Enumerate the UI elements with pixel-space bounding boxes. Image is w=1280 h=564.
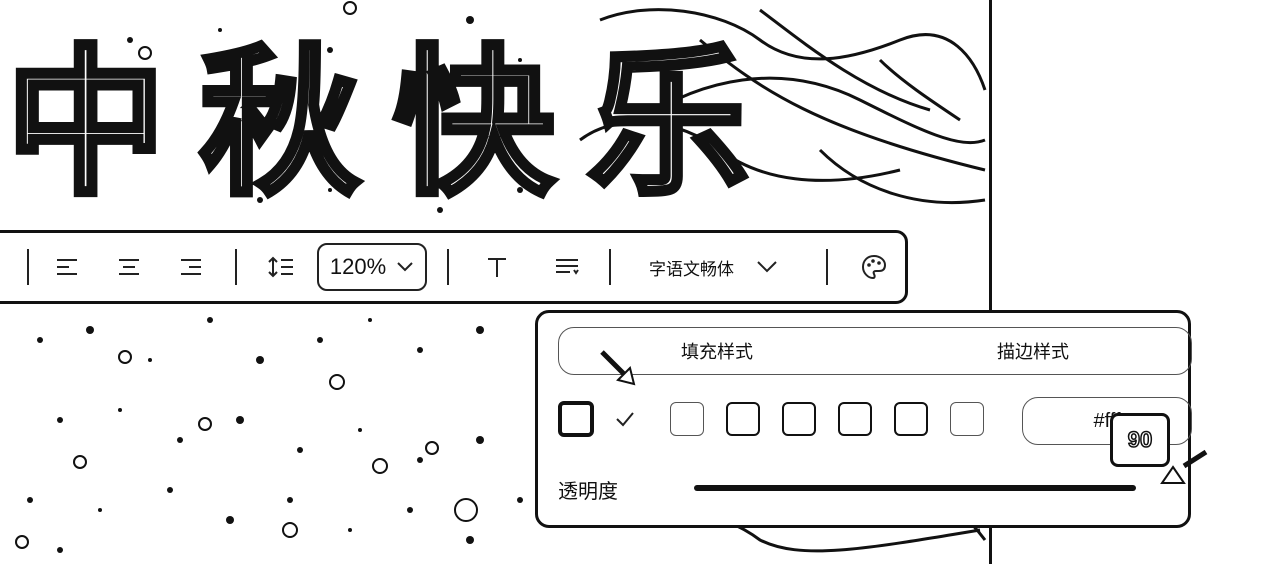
- tab-label: 描边样式: [997, 342, 1069, 363]
- align-center-icon: [119, 259, 139, 275]
- align-right-button[interactable]: [173, 243, 209, 291]
- text-style-button[interactable]: [479, 243, 515, 291]
- toolbar-divider: [27, 249, 29, 285]
- paragraph-icon: [556, 259, 579, 275]
- text-icon: [488, 258, 506, 277]
- toolbar-divider: [609, 249, 611, 285]
- tab-stroke-style[interactable]: 描边样式: [875, 328, 1191, 374]
- banner-char: 快: [391, 29, 557, 217]
- paragraph-button[interactable]: [549, 243, 585, 291]
- style-tabs: 填充样式 描边样式: [558, 327, 1192, 375]
- align-left-button[interactable]: [49, 243, 85, 291]
- line-height-select[interactable]: 120%: [317, 243, 427, 291]
- font-name: 字语文畅体: [649, 259, 734, 280]
- pointer-arrow-icon: [600, 350, 636, 386]
- color-swatch-selected[interactable]: [558, 401, 594, 437]
- banner-char: 秋: [197, 29, 363, 217]
- chevron-down-icon: [397, 262, 413, 272]
- tab-label: 填充样式: [681, 342, 753, 363]
- palette-icon: [861, 254, 887, 280]
- color-style-button[interactable]: [856, 243, 892, 291]
- align-right-icon: [181, 259, 201, 275]
- opacity-label: 透明度: [558, 479, 618, 503]
- color-swatch[interactable]: [726, 402, 760, 436]
- banner-char: 乐: [585, 29, 751, 217]
- color-swatch[interactable]: [950, 402, 984, 436]
- color-swatch[interactable]: [670, 402, 704, 436]
- check-icon: [612, 411, 638, 427]
- pointer-arrow-icon: [1182, 449, 1208, 469]
- text-toolbar: 120% 字语文畅体: [0, 230, 908, 304]
- line-height-icon: [268, 256, 293, 278]
- chevron-down-icon: [757, 261, 777, 273]
- banner-title: 中 秋 快 乐: [3, 18, 751, 228]
- color-swatch[interactable]: [894, 402, 928, 436]
- toolbar-divider: [826, 249, 828, 285]
- toolbar-divider: [447, 249, 449, 285]
- color-swatch[interactable]: [838, 402, 872, 436]
- align-center-button[interactable]: [111, 243, 147, 291]
- banner-char: 中: [3, 29, 169, 217]
- font-select[interactable]: 字语文畅体: [649, 255, 778, 280]
- color-swatch[interactable]: [782, 402, 816, 436]
- line-height-button[interactable]: [263, 243, 299, 291]
- opacity-slider-track[interactable]: [694, 485, 1136, 491]
- align-left-icon: [57, 259, 77, 275]
- opacity-value: 90: [1127, 426, 1153, 453]
- color-swatches: [558, 399, 1006, 439]
- style-popover: 填充样式 描边样式 #fff 透明度 90: [535, 310, 1192, 528]
- line-height-value: 120%: [329, 254, 387, 279]
- opacity-value-tooltip: 90: [1110, 413, 1170, 467]
- toolbar-divider: [235, 249, 237, 285]
